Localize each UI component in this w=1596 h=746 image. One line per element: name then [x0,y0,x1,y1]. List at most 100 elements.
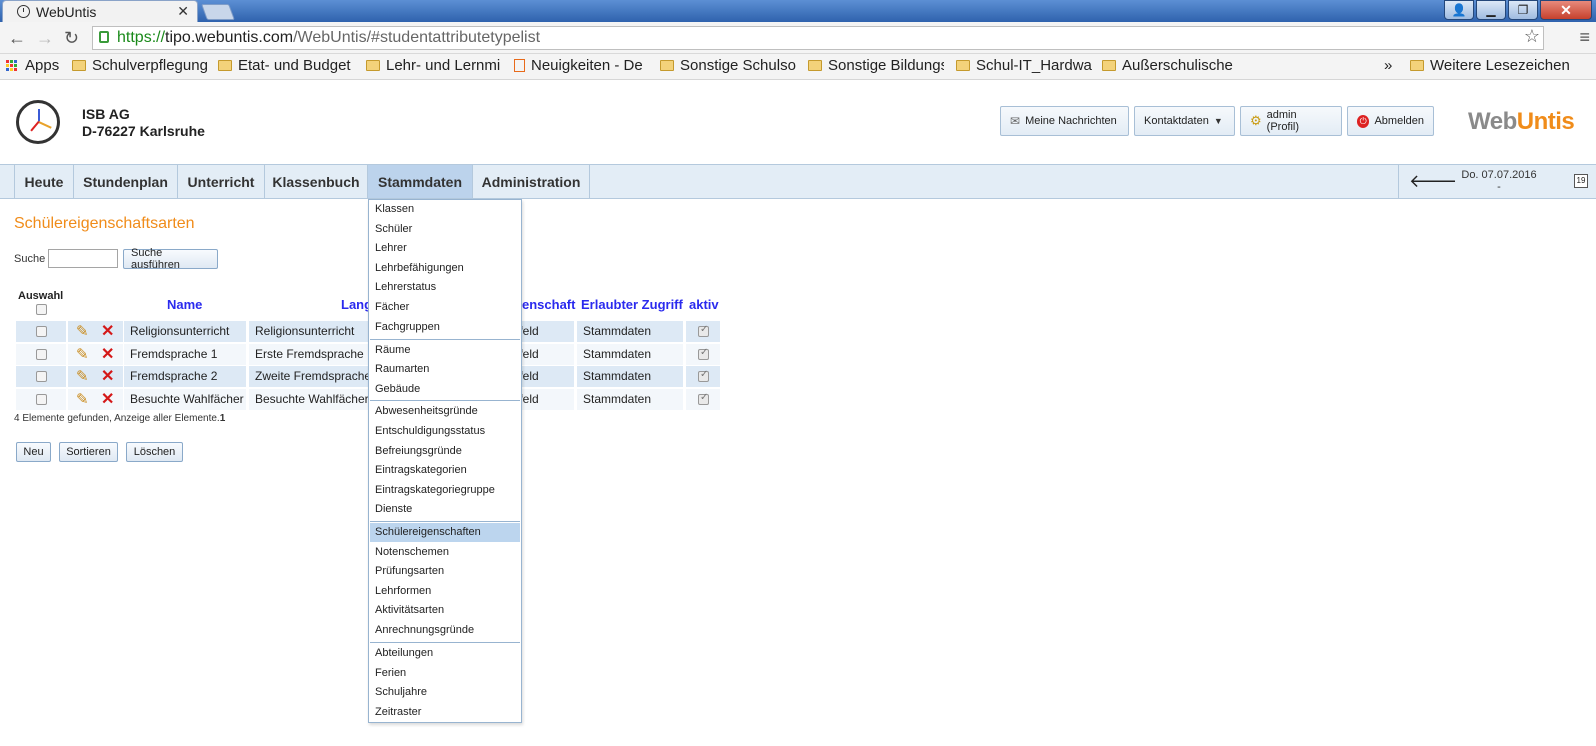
new-tab-button[interactable] [201,4,235,20]
nav-klassenbuch[interactable]: Klassenbuch [265,165,368,198]
menu-item-lehrbefaehigungen[interactable]: Lehrbefähigungen [370,259,520,278]
logout-button[interactable]: ⏻ Abmelden [1347,106,1434,136]
bookmark-schul-it[interactable]: Schul-IT_Hardwar [956,57,1092,74]
bookmark-sonstige-schulsoft[interactable]: Sonstige Schulsof [660,57,796,74]
other-bookmarks[interactable]: Weitere Lesezeichen [1410,57,1570,74]
nav-administration[interactable]: Administration [473,165,590,198]
user-icon[interactable]: 👤 [1444,0,1474,20]
menu-item-schuljahre[interactable]: Schuljahre [370,683,520,702]
browser-menu-icon[interactable]: ≡ [1579,27,1590,48]
edit-pencil-icon[interactable]: ✎ [76,345,89,363]
row-checkbox[interactable] [36,371,47,382]
calendar-icon[interactable]: 19 [1574,174,1588,188]
more-bookmarks-icon[interactable]: » [1384,57,1392,74]
window-close-icon[interactable]: ✕ [1540,0,1592,20]
bookmark-star-icon[interactable]: ☆ [1524,26,1540,47]
sort-button[interactable]: Sortieren [59,442,118,462]
attribute-cell: tfeld [514,344,574,365]
long-cell: Besuchte Wahlfächer [249,389,369,410]
menu-item-eintragskategorien[interactable]: Eintragskategorien [370,461,520,480]
select-all-checkbox[interactable] [36,304,47,315]
date-text: Do. 07.07.2016 [1461,169,1537,181]
url-input[interactable]: https://tipo.webuntis.com/WebUntis/#stud… [92,26,1544,50]
bookmark-schulverpflegung[interactable]: Schulverpflegung [72,57,212,74]
menu-item-lehrformen[interactable]: Lehrformen [370,582,520,601]
bookmark-apps[interactable]: Apps [6,57,59,74]
name-cell: Religionsunterricht [124,321,246,342]
bookmark-label: Apps [25,57,60,74]
url-scheme: https:// [117,29,166,46]
menu-item-eintragskategoriegruppe[interactable]: Eintragskategoriegruppe [370,481,520,500]
school-clock-logo-icon [16,100,60,144]
minimize-icon[interactable]: ▁ [1476,0,1506,20]
menu-item-befreiungsgruende[interactable]: Befreiungsgründe [370,442,520,461]
messages-button[interactable]: ✉ Meine Nachrichten [1000,106,1129,136]
menu-item-abwesenheitsgruende[interactable]: Abwesenheitsgründe [370,402,520,421]
reload-icon[interactable]: ↻ [64,28,79,49]
edit-pencil-icon[interactable]: ✎ [76,390,89,408]
menu-item-schuelereigenschaften[interactable]: Schülereigenschaften [370,523,520,542]
bookmark-label: Weitere Lesezeichen [1430,57,1570,74]
bookmark-sonstige-bildung[interactable]: Sonstige Bildungs [808,57,944,74]
menu-item-ferien[interactable]: Ferien [370,664,520,683]
menu-item-aktivitaetsarten[interactable]: Aktivitätsarten [370,601,520,620]
delete-x-icon[interactable]: ✕ [101,366,114,386]
menu-item-lehrerstatus[interactable]: Lehrerstatus [370,278,520,297]
nav-unterricht[interactable]: Unterricht [178,165,265,198]
menu-item-dienste[interactable]: Dienste [370,500,520,519]
bookmark-lehr[interactable]: Lehr- und Lernmi [366,57,502,74]
delete-x-icon[interactable]: ✕ [101,344,114,364]
browser-tab[interactable]: WebUntis ✕ [2,0,198,22]
menu-item-faecher[interactable]: Fächer [370,298,520,317]
close-tab-icon[interactable]: ✕ [177,3,189,20]
access-cell: Stammdaten [577,389,683,410]
profile-button[interactable]: ⚙ admin (Profil) [1240,106,1342,136]
menu-separator [370,521,520,522]
contact-button[interactable]: Kontaktdaten ▼ [1134,106,1235,136]
forward-icon[interactable]: → [36,28,54,49]
menu-item-abteilungen[interactable]: Abteilungen [370,644,520,663]
delete-x-icon[interactable]: ✕ [101,321,114,341]
search-button[interactable]: Suche ausführen [123,247,218,271]
nav-stundenplan[interactable]: Stundenplan [74,165,178,198]
row-checkbox[interactable] [36,326,47,337]
menu-item-anrechnungsgruende[interactable]: Anrechnungsgründe [370,621,520,640]
bookmark-label: Etat- und Budget [238,57,351,74]
row-checkbox[interactable] [36,394,47,405]
menu-item-notenschemen[interactable]: Notenschemen [370,543,520,562]
active-checkbox [698,369,709,382]
edit-pencil-icon[interactable]: ✎ [76,322,89,340]
menu-item-entschuldigungsstatus[interactable]: Entschuldigungsstatus [370,422,520,441]
menu-item-zeitraster[interactable]: Zeitraster [370,703,520,722]
delete-x-icon[interactable]: ✕ [101,389,114,409]
menu-separator [370,339,520,340]
new-button[interactable]: Neu [16,442,51,462]
column-header-name[interactable]: Name [167,297,202,312]
active-checkbox [698,324,709,337]
attribute-cell: tfeld [514,389,574,410]
column-header-attribute[interactable]: enschaft [522,297,575,312]
search-input[interactable] [48,249,118,268]
bookmark-neuigkeiten[interactable]: Neuigkeiten - De [514,57,650,74]
menu-item-raeume[interactable]: Räume [370,341,520,360]
menu-item-lehrer[interactable]: Lehrer [370,239,520,258]
edit-pencil-icon[interactable]: ✎ [76,367,89,385]
menu-item-fachgruppen[interactable]: Fachgruppen [370,318,520,337]
column-header-active[interactable]: aktiv [689,297,719,312]
back-icon[interactable]: ← [8,28,26,49]
current-date[interactable]: Do. 07.07.2016 - [1439,169,1559,193]
column-header-access[interactable]: Erlaubter Zugriff [581,297,683,312]
menu-item-raumarten[interactable]: Raumarten [370,360,520,379]
row-checkbox[interactable] [36,349,47,360]
bookmark-ausserschulische[interactable]: Außerschulische L [1102,57,1238,74]
bookmark-etat[interactable]: Etat- und Budget [218,57,354,74]
menu-item-schueler[interactable]: Schüler [370,220,520,239]
nav-heute[interactable]: Heute [14,165,74,198]
menu-item-pruefungsarten[interactable]: Prüfungsarten [370,562,520,581]
page-number-link[interactable]: 1 [220,413,226,424]
nav-stammdaten[interactable]: Stammdaten [368,165,473,198]
maximize-icon[interactable]: ❐ [1508,0,1538,20]
menu-item-klassen[interactable]: Klassen [370,200,520,219]
delete-button[interactable]: Löschen [126,442,183,462]
menu-item-gebaeude[interactable]: Gebäude [370,380,520,399]
